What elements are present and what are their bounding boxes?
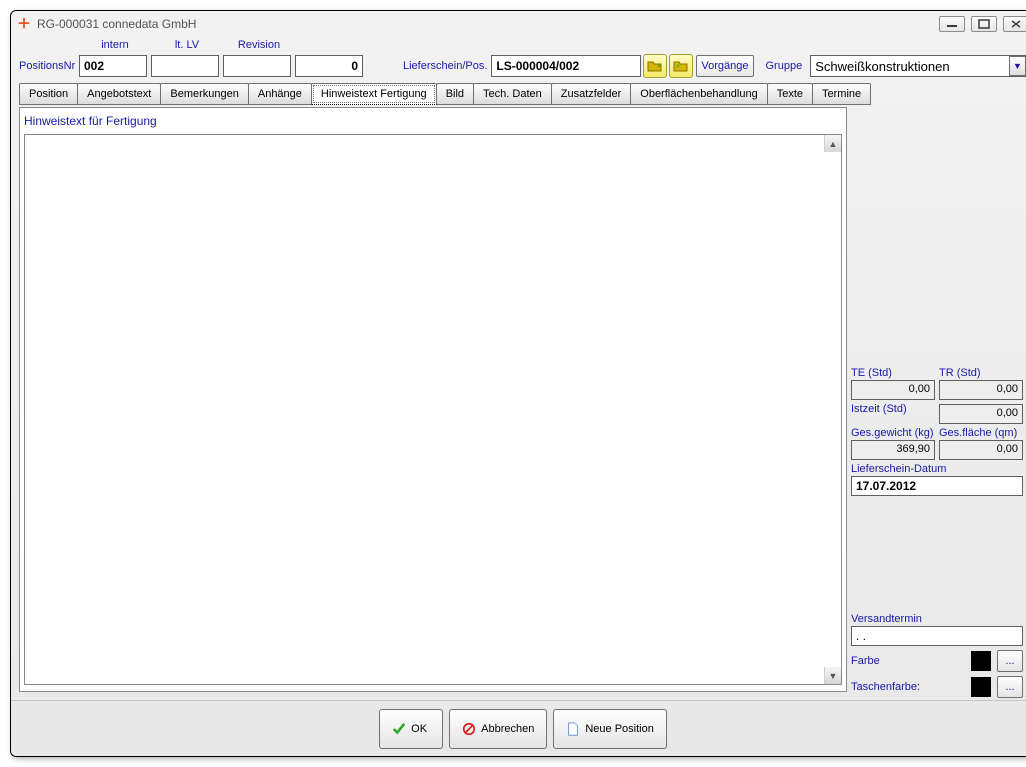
folder-back-icon — [673, 59, 689, 73]
cancel-button[interactable]: Abbrechen — [449, 709, 547, 749]
ok-button[interactable]: OK — [379, 709, 443, 749]
versand-value[interactable]: . . — [851, 626, 1023, 646]
vorgaenge-button[interactable]: Vorgänge — [696, 55, 753, 77]
flaeche-label: Ges.fläche (qm) — [939, 427, 1023, 439]
tr-label: TR (Std) — [939, 367, 1023, 379]
farbe-picker-button[interactable]: ... — [997, 650, 1023, 672]
tab-angebotstext[interactable]: Angebotstext — [77, 83, 161, 105]
scroll-down-button[interactable]: ▼ — [824, 667, 841, 684]
document-icon — [566, 722, 580, 736]
tab-zusatzfelder[interactable]: Zusatzfelder — [551, 83, 632, 105]
folder-open-button[interactable] — [643, 54, 667, 78]
header-labels: intern lt. LV Revision — [11, 37, 1026, 53]
folder-back-button[interactable] — [669, 54, 693, 78]
positionsnr-input[interactable] — [79, 55, 147, 77]
chevron-up-icon: ▲ — [829, 139, 838, 149]
taschenfarbe-picker-button[interactable]: ... — [997, 676, 1023, 698]
app-icon — [17, 17, 31, 31]
tab-termine[interactable]: Termine — [812, 83, 871, 105]
tr-value: 0,00 — [939, 380, 1023, 400]
app-window: RG-000031 connedata GmbH intern lt. LV R… — [10, 10, 1026, 757]
minimize-button[interactable] — [939, 16, 965, 32]
tab-anhaenge[interactable]: Anhänge — [248, 83, 312, 105]
close-button[interactable] — [1003, 16, 1026, 32]
body: Hinweistext für Fertigung ▲ ▼ TE (Std) 0… — [11, 105, 1026, 700]
gruppe-select[interactable] — [810, 55, 1026, 77]
versand-label: Versandtermin — [851, 613, 1023, 625]
header-inputs: PositionsNr Lieferschein/Pos. Vorgänge G… — [11, 53, 1026, 79]
tab-tech-daten[interactable]: Tech. Daten — [473, 83, 552, 105]
te-value: 0,00 — [851, 380, 935, 400]
farbe-label: Farbe — [851, 655, 880, 667]
new-position-label: Neue Position — [585, 723, 654, 735]
chevron-down-icon: ▼ — [1013, 61, 1022, 71]
tab-oberflaechenbehandlung[interactable]: Oberflächenbehandlung — [630, 83, 767, 105]
tab-texte[interactable]: Texte — [767, 83, 813, 105]
titlebar: RG-000031 connedata GmbH — [11, 11, 1026, 37]
hinweistext-textarea[interactable]: ▲ ▼ — [24, 134, 842, 685]
main-panel: Hinweistext für Fertigung ▲ ▼ — [19, 107, 847, 692]
flaeche-value: 0,00 — [939, 440, 1023, 460]
revision-input[interactable] — [295, 55, 363, 77]
gruppe-dropdown-button[interactable]: ▼ — [1009, 56, 1026, 76]
ltlv-label: lt. LV — [151, 39, 223, 51]
new-position-button[interactable]: Neue Position — [553, 709, 667, 749]
cancel-icon — [462, 722, 476, 736]
taschenfarbe-swatch — [971, 677, 991, 697]
tab-position[interactable]: Position — [19, 83, 78, 105]
maximize-button[interactable] — [971, 16, 997, 32]
istzeit-value: 0,00 — [939, 404, 1023, 424]
taschenfarbe-label: Taschenfarbe: — [851, 681, 920, 693]
intern-label: intern — [79, 39, 151, 51]
gewicht-value: 369,90 — [851, 440, 935, 460]
tab-bild[interactable]: Bild — [436, 83, 474, 105]
cancel-label: Abbrechen — [481, 723, 534, 735]
gruppe-label: Gruppe — [766, 60, 803, 72]
lieferschein-label: Lieferschein/Pos. — [403, 60, 487, 72]
lieferdatum-label: Lieferschein-Datum — [851, 463, 1023, 475]
tabs: Position Angebotstext Bemerkungen Anhäng… — [11, 79, 1026, 105]
footer: OK Abbrechen Neue Position — [11, 700, 1026, 756]
lieferdatum-value[interactable]: 17.07.2012 — [851, 476, 1023, 496]
te-label: TE (Std) — [851, 367, 935, 379]
window-title: RG-000031 connedata GmbH — [37, 17, 196, 31]
intern-input[interactable] — [151, 55, 219, 77]
panel-title: Hinweistext für Fertigung — [20, 108, 846, 132]
side-panel: TE (Std) 0,00 TR (Std) 0,00 Istzeit (Std… — [847, 105, 1026, 700]
positionsnr-label: PositionsNr — [19, 60, 79, 72]
istzeit-label: Istzeit (Std) — [851, 403, 935, 415]
ok-label: OK — [411, 723, 427, 735]
scroll-up-button[interactable]: ▲ — [824, 135, 841, 152]
tab-hinweistext-fertigung[interactable]: Hinweistext Fertigung — [311, 83, 437, 105]
tab-bemerkungen[interactable]: Bemerkungen — [160, 83, 249, 105]
ltlv-input[interactable] — [223, 55, 291, 77]
check-icon — [392, 722, 406, 736]
gewicht-label: Ges.gewicht (kg) — [851, 427, 935, 439]
chevron-down-icon: ▼ — [829, 671, 838, 681]
folder-open-icon — [647, 59, 663, 73]
lieferschein-input[interactable] — [491, 55, 641, 77]
farbe-swatch — [971, 651, 991, 671]
revision-label: Revision — [223, 39, 295, 51]
